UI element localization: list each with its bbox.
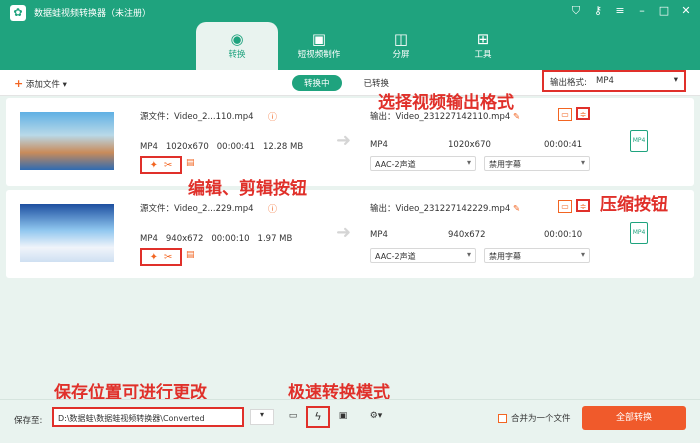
main-tabs: ◉ 转换 ▣ 短视频制作 ◫ 分屏 ⊞ 工具: [196, 22, 524, 70]
close-icon[interactable]: ✕: [680, 4, 692, 18]
arrow-right-icon: ➜: [336, 222, 352, 243]
edit-icon[interactable]: ✦: [150, 160, 158, 171]
video-thumbnail[interactable]: [20, 112, 114, 170]
output-meta: MP4 940x672 00:00:10: [370, 230, 583, 240]
rename-icon[interactable]: ✎: [513, 204, 520, 214]
tab-convert[interactable]: ◉ 转换: [196, 22, 278, 70]
folder-icon[interactable]: ▭: [284, 409, 302, 425]
tab-tools[interactable]: ⊞ 工具: [442, 22, 524, 68]
app-logo: ✿: [10, 5, 26, 21]
short-video-icon: ▣: [311, 30, 327, 48]
speed-mode-icon[interactable]: ϟ: [306, 406, 330, 428]
split-screen-icon: ◫: [393, 30, 409, 48]
title-bar: ✿ 数据蛙视频转换器（未注册） ⛉ ⚷ ≡ – □ ✕ ◉ 转换 ▣ 短视频制作 ◫…: [0, 0, 700, 78]
subtitle-select[interactable]: 禁用字幕: [484, 248, 590, 263]
cut-icon[interactable]: ✂: [164, 160, 172, 171]
cut-icon[interactable]: ✂: [164, 252, 172, 263]
source-file-name: 源文件：Video_2...110.mp4: [140, 112, 254, 122]
video-thumbnail[interactable]: [20, 204, 114, 262]
tab-converting[interactable]: 转换中: [292, 75, 342, 91]
plus-icon: +: [14, 77, 24, 90]
rename-icon[interactable]: ✎: [513, 112, 520, 122]
info-icon[interactable]: ⓘ: [268, 110, 277, 123]
source-meta: MP4 1020x670 00:00:41 12.28 MB: [140, 142, 304, 152]
source-meta: MP4 940x672 00:00:10 1.97 MB: [140, 234, 293, 244]
add-file-button[interactable]: + 添加文件 ▾: [14, 77, 67, 90]
save-label: 保存至:: [14, 416, 43, 426]
output-format-select[interactable]: 输出格式: MP4 ▾: [542, 70, 686, 92]
checkbox-icon[interactable]: [498, 413, 507, 423]
compress-icon[interactable]: ≑: [576, 199, 590, 212]
edit-icon[interactable]: ✦: [150, 252, 158, 263]
file-row: 源文件：Video_2...229.mp4 ⓘ MP4 940x672 00:0…: [6, 190, 694, 278]
subtitle-icon[interactable]: ▤: [186, 158, 195, 168]
edit-buttons: ✦ ✂: [140, 156, 182, 174]
settings-icon[interactable]: ⚙▾: [362, 409, 390, 425]
maximize-icon[interactable]: □: [658, 4, 670, 18]
output-format-value: MP4: [596, 76, 614, 86]
merge-checkbox[interactable]: 合并为一个文件: [498, 412, 571, 424]
edit-buttons: ✦ ✂: [140, 248, 182, 266]
save-path-dropdown[interactable]: ▾: [250, 409, 274, 425]
save-path-field[interactable]: D:\数据蛙\数据蛙视频转换器\Converted: [52, 407, 244, 427]
convert-icon: ◉: [230, 30, 244, 48]
format-icon[interactable]: MP4: [630, 130, 648, 152]
subtitle-select[interactable]: 禁用字幕: [484, 156, 590, 171]
compress-icon[interactable]: ≑: [576, 107, 590, 120]
tab-short-video[interactable]: ▣ 短视频制作: [278, 22, 360, 68]
hardware-accel-icon[interactable]: ▣: [334, 409, 352, 425]
info-icon[interactable]: ⓘ: [268, 202, 277, 215]
file-row: 源文件：Video_2...110.mp4 ⓘ MP4 1020x670 00:…: [6, 98, 694, 186]
preview-icon[interactable]: ▭: [558, 108, 572, 121]
annotation-compress: 压缩按钮: [600, 195, 668, 215]
tab-split-screen[interactable]: ◫ 分屏: [360, 22, 442, 68]
app-title: 数据蛙视频转换器（未注册）: [34, 9, 152, 19]
window-controls: ⛉ ⚷ ≡ – □ ✕: [570, 4, 692, 18]
audio-select[interactable]: AAC-2声道: [370, 156, 476, 171]
output-format-label: 输出格式:: [550, 78, 587, 88]
convert-all-button[interactable]: 全部转换: [582, 406, 686, 430]
output-file-name: 输出：Video_231227142229.mp4 ✎: [370, 204, 521, 214]
preview-icon[interactable]: ▭: [558, 200, 572, 213]
annotation-format: 选择视频输出格式: [378, 93, 514, 113]
subtitle-icon[interactable]: ▤: [186, 250, 195, 260]
format-icon[interactable]: MP4: [630, 222, 648, 244]
menu-icon[interactable]: ≡: [614, 4, 626, 18]
chevron-down-icon: ▾: [673, 75, 678, 85]
annotation-edit: 编辑、剪辑按钮: [188, 179, 307, 199]
minimize-icon[interactable]: –: [636, 4, 648, 18]
arrow-right-icon: ➜: [336, 130, 352, 151]
audio-select[interactable]: AAC-2声道: [370, 248, 476, 263]
cart-icon[interactable]: ⛉: [570, 4, 582, 18]
key-icon[interactable]: ⚷: [592, 4, 604, 18]
source-file-name: 源文件：Video_2...229.mp4: [140, 204, 254, 214]
toolbox-icon: ⊞: [476, 30, 490, 48]
output-meta: MP4 1020x670 00:00:41: [370, 140, 583, 150]
bottom-bar: 保存至: D:\数据蛙\数据蛙视频转换器\Converted ▾ ▭ ϟ ▣ ⚙…: [0, 399, 700, 443]
